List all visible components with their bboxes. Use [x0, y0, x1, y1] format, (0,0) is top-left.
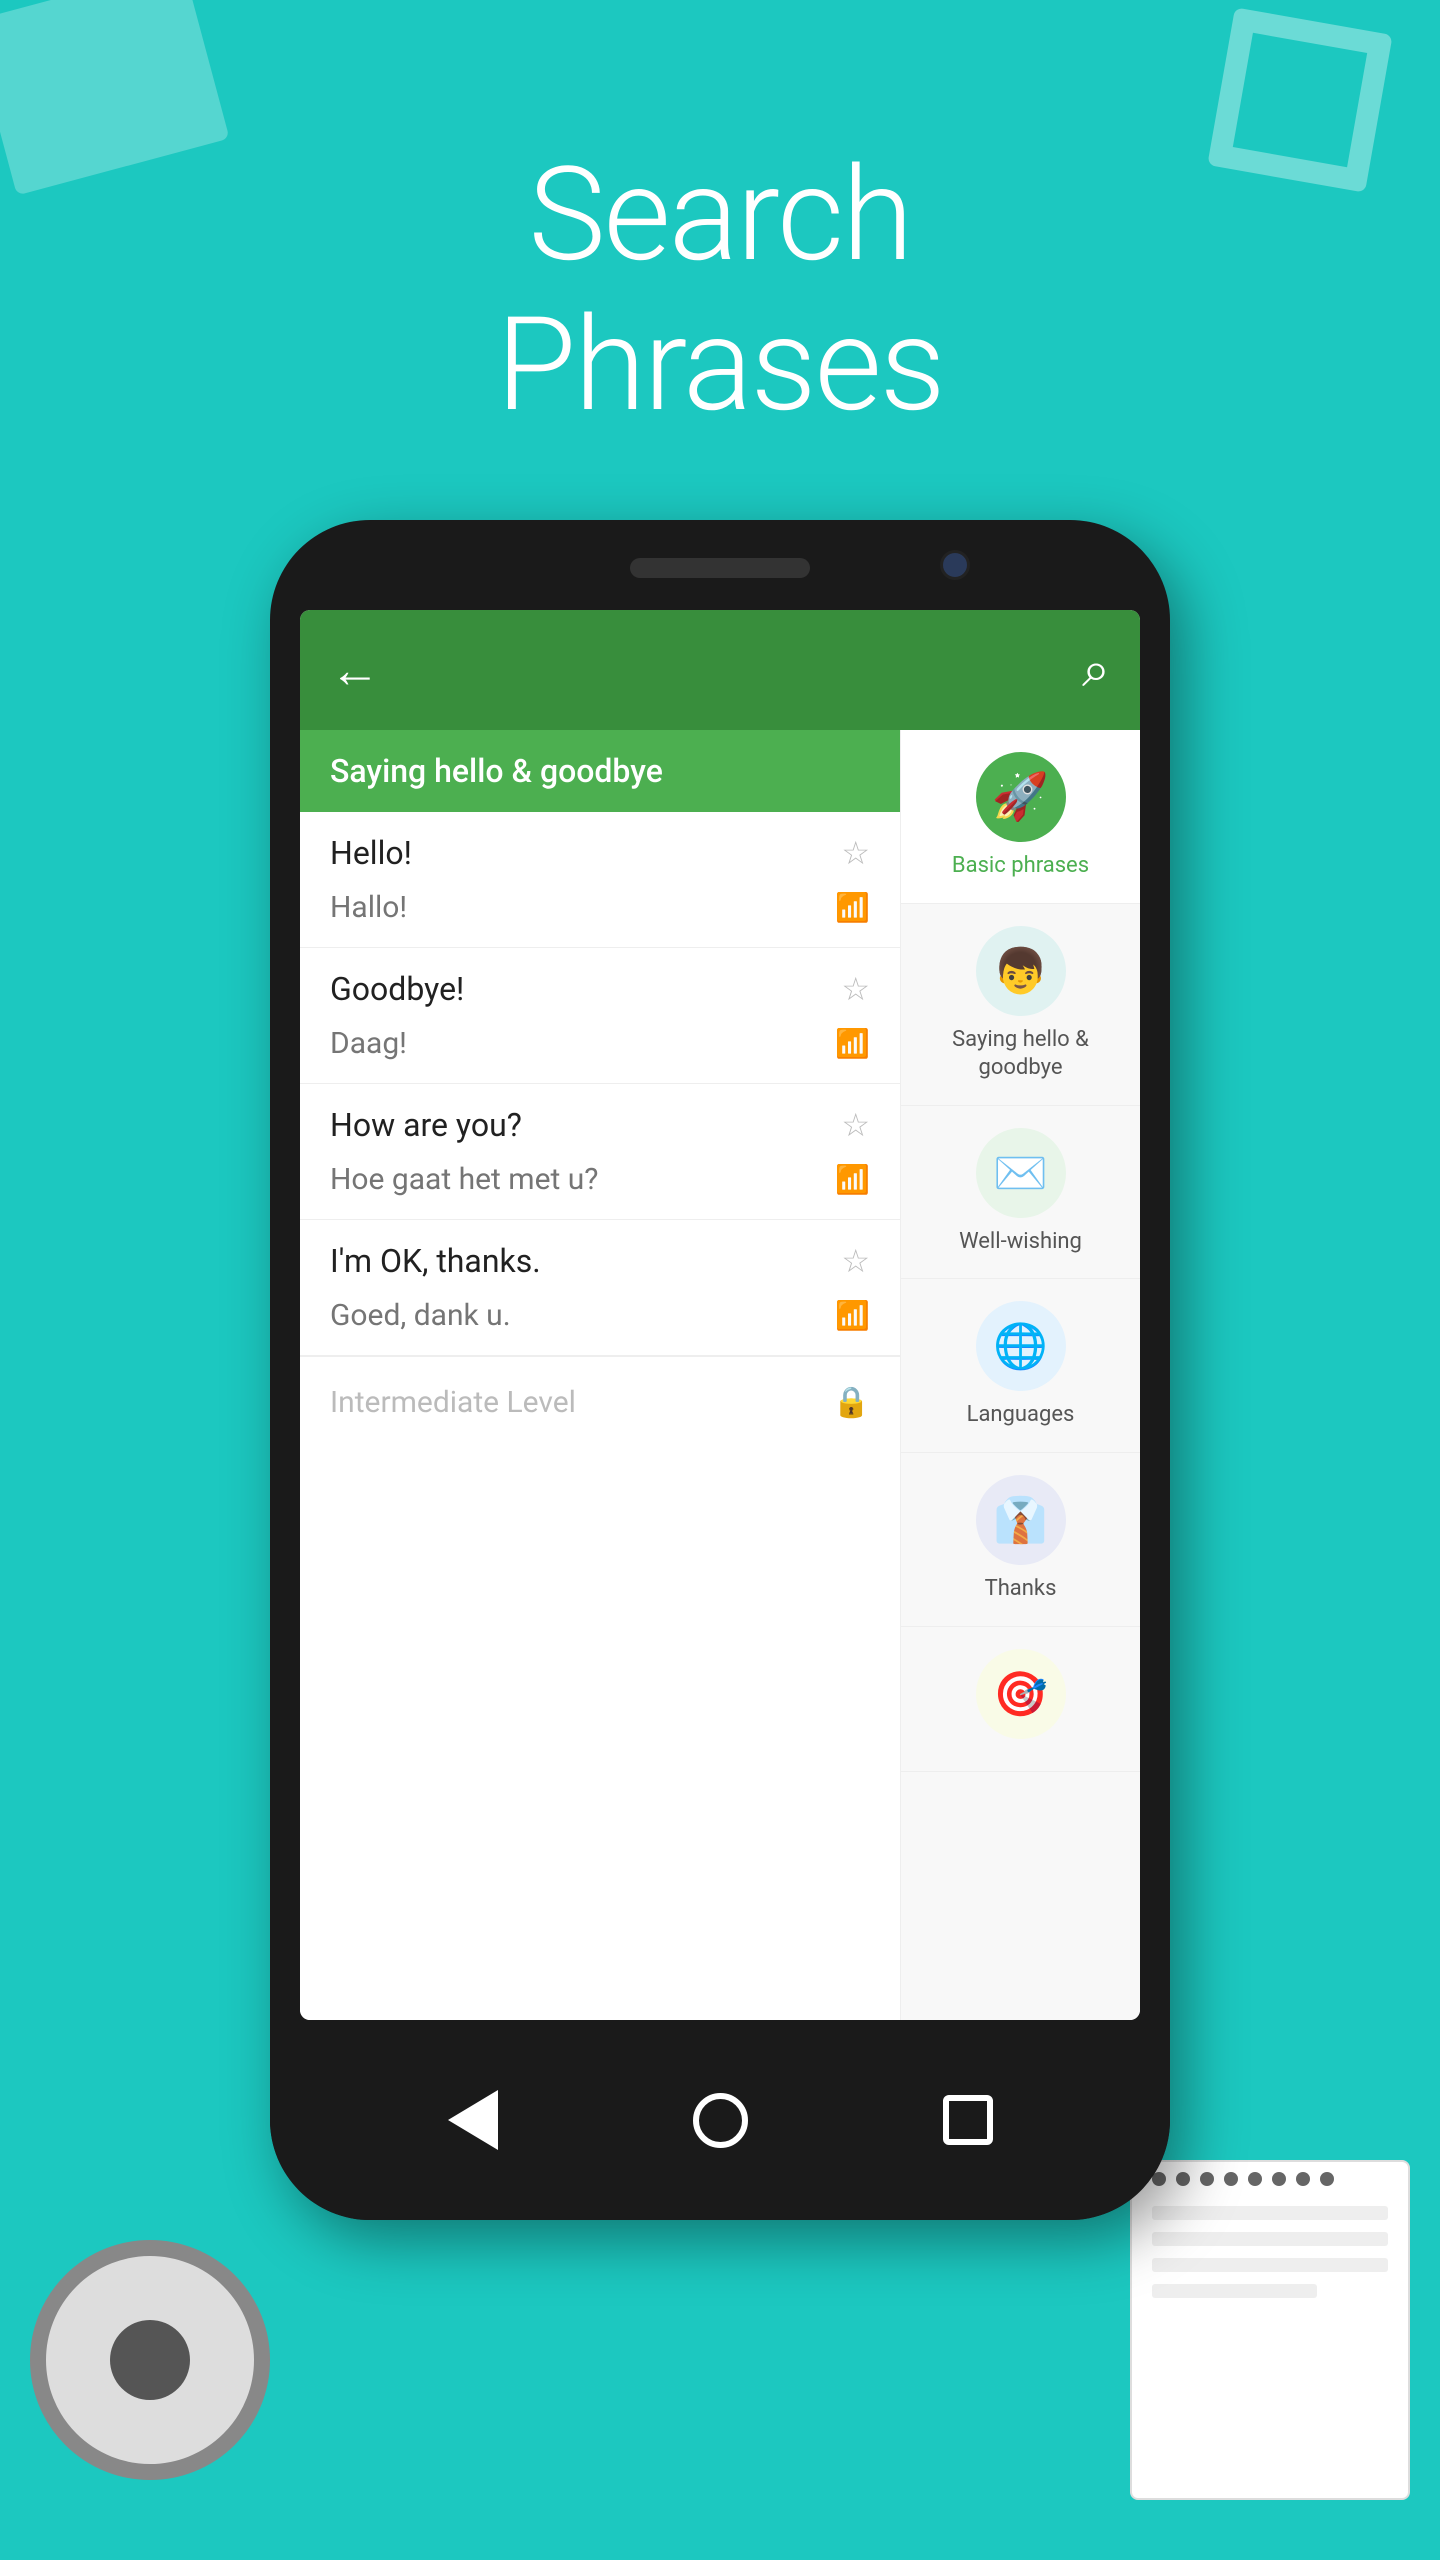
- phrase-english-howru: How are you?: [330, 1106, 522, 1144]
- lock-icon: 🔒: [833, 1385, 870, 1420]
- audio-imok[interactable]: 📶: [835, 1299, 870, 1332]
- back-button[interactable]: ←: [330, 641, 380, 700]
- content-area: Saying hello & goodbye Hello! ☆ Hallo! 📶: [300, 730, 1140, 2020]
- search-button[interactable]: ⌕: [1082, 641, 1110, 699]
- phrase-item-hello[interactable]: Hello! ☆ Hallo! 📶: [300, 812, 900, 948]
- phrase-english-hello: Hello!: [330, 834, 412, 872]
- phrase-translation-howru: Hoe gaat het met u?: [330, 1162, 598, 1197]
- cat-icon-more: 🎯: [976, 1649, 1066, 1739]
- audio-goodbye[interactable]: 📶: [835, 1027, 870, 1060]
- cat-basic-phrases[interactable]: 🚀 Basic phrases: [901, 730, 1140, 904]
- star-howru[interactable]: ☆: [841, 1106, 870, 1144]
- phone-nav-bar: [270, 2020, 1170, 2220]
- audio-hello[interactable]: 📶: [835, 891, 870, 924]
- phone-camera: [940, 550, 970, 580]
- active-arrow: [900, 796, 901, 836]
- cat-saying-hello[interactable]: 👦 Saying hello & goodbye: [901, 904, 1140, 1106]
- cat-icon-thanks: 👔: [976, 1475, 1066, 1565]
- cat-icon-basic-phrases: 🚀: [976, 752, 1066, 842]
- phrase-translation-hello: Hallo!: [330, 890, 407, 925]
- phone-speaker: [630, 558, 810, 578]
- intermediate-label: Intermediate Level: [330, 1385, 576, 1420]
- cat-label-basic-phrases: Basic phrases: [952, 852, 1089, 881]
- phone-screen: ← ⌕ Saying hello & goodbye Hello! ☆: [300, 610, 1140, 2020]
- star-imok[interactable]: ☆: [841, 1242, 870, 1280]
- cat-label-languages: Languages: [967, 1401, 1075, 1430]
- phrase-item-howru[interactable]: How are you? ☆ Hoe gaat het met u? 📶: [300, 1084, 900, 1220]
- cat-label-saying-hello: Saying hello & goodbye: [911, 1026, 1130, 1083]
- audio-howru[interactable]: 📶: [835, 1163, 870, 1196]
- cat-label-thanks: Thanks: [985, 1575, 1057, 1604]
- nav-recents-button[interactable]: [943, 2095, 993, 2145]
- cat-more[interactable]: 🎯: [901, 1627, 1140, 1772]
- phrase-translation-imok: Goed, dank u.: [330, 1298, 511, 1333]
- intermediate-level-row: Intermediate Level 🔒: [300, 1356, 900, 1448]
- phrase-item-goodbye[interactable]: Goodbye! ☆ Daag! 📶: [300, 948, 900, 1084]
- cat-well-wishing[interactable]: ✉️ Well-wishing: [901, 1106, 1140, 1280]
- phone-mockup: ← ⌕ Saying hello & goodbye Hello! ☆: [270, 520, 1170, 2220]
- cat-icon-well-wishing: ✉️: [976, 1128, 1066, 1218]
- phrase-english-goodbye: Goodbye!: [330, 970, 464, 1008]
- star-goodbye[interactable]: ☆: [841, 970, 870, 1008]
- app-bar: ← ⌕: [300, 610, 1140, 730]
- phrase-list: Saying hello & goodbye Hello! ☆ Hallo! 📶: [300, 730, 900, 2020]
- phrase-english-imok: I'm OK, thanks.: [330, 1242, 541, 1280]
- category-panel: 🚀 Basic phrases 👦 Saying hello & goodbye: [900, 730, 1140, 2020]
- cat-icon-saying-hello: 👦: [976, 926, 1066, 1016]
- cat-label-well-wishing: Well-wishing: [959, 1228, 1082, 1257]
- cat-thanks[interactable]: 👔 Thanks: [901, 1453, 1140, 1627]
- nav-home-button[interactable]: [693, 2093, 748, 2148]
- nav-back-button[interactable]: [448, 2090, 498, 2150]
- cat-icon-languages: 🌐: [976, 1301, 1066, 1391]
- phrase-item-imok[interactable]: I'm OK, thanks. ☆ Goed, dank u. 📶: [300, 1220, 900, 1356]
- deco-camera: [30, 2240, 270, 2480]
- phrase-translation-goodbye: Daag!: [330, 1026, 407, 1061]
- hero-title: Search Phrases: [0, 140, 1440, 439]
- category-header: Saying hello & goodbye: [300, 730, 900, 812]
- star-hello[interactable]: ☆: [841, 834, 870, 872]
- deco-notebook: [1130, 2160, 1410, 2500]
- cat-languages[interactable]: 🌐 Languages: [901, 1279, 1140, 1453]
